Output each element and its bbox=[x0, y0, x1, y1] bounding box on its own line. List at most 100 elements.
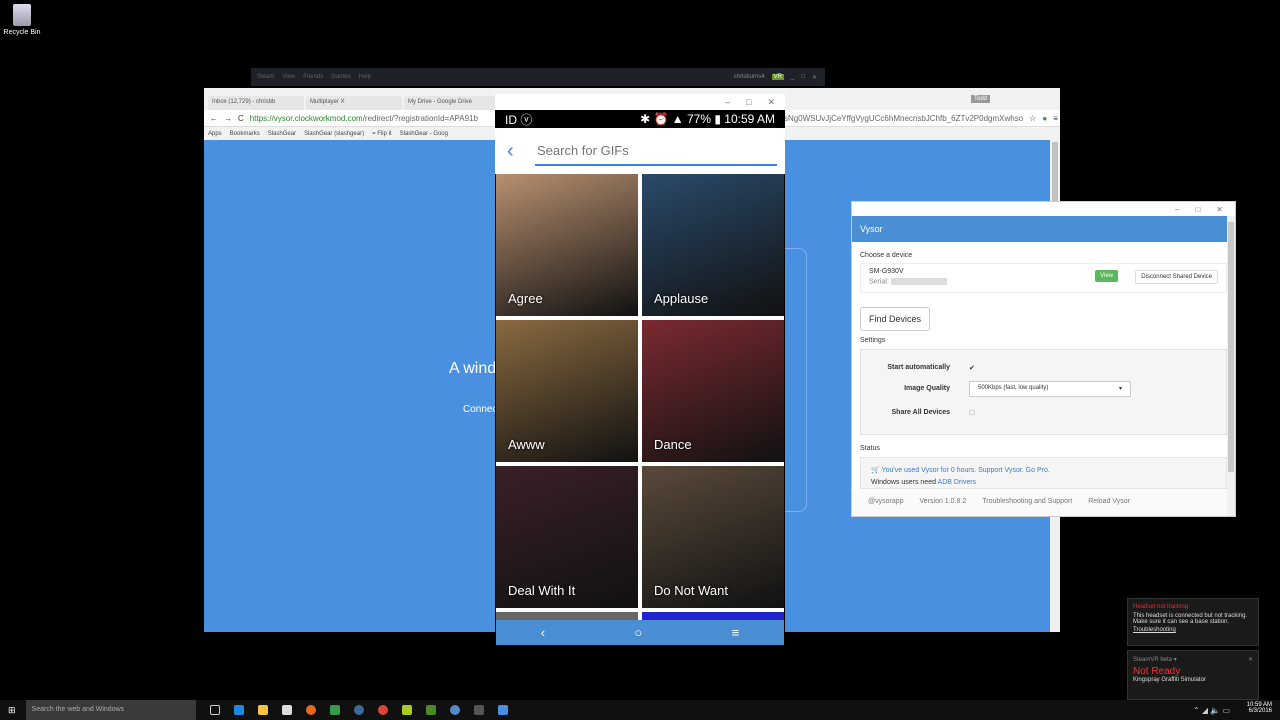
scrollbar[interactable] bbox=[1227, 216, 1235, 516]
profile-badge[interactable]: Todd bbox=[970, 95, 990, 103]
settings-label: Settings bbox=[860, 337, 886, 344]
close-icon[interactable]: ✕ bbox=[1216, 205, 1223, 214]
nav-home-button[interactable]: ○ bbox=[634, 625, 642, 640]
choose-device-label: Choose a device bbox=[860, 252, 913, 259]
recycle-bin-icon bbox=[13, 4, 31, 26]
file-explorer-icon[interactable] bbox=[257, 705, 268, 715]
steam-menu-games[interactable]: Games bbox=[331, 74, 350, 80]
maximize-icon[interactable]: □ bbox=[1195, 205, 1200, 214]
android-status-bar: ID ⓥ ✱ ⏰ ▲ 77% ▮ 10:59 AM bbox=[495, 110, 785, 128]
task-view-icon[interactable] bbox=[209, 705, 220, 715]
view-button[interactable]: View bbox=[1095, 270, 1118, 282]
vysor-phone-window: – □ ✕ ID ⓥ ✱ ⏰ ▲ 77% ▮ 10:59 AM ‹ Agree App… bbox=[495, 94, 785, 646]
address-bar[interactable]: https://vysor.clockworkmod.com/redirect/… bbox=[250, 114, 478, 123]
tab-inbox[interactable]: Inbox (12,729) - chrisbb bbox=[208, 96, 304, 110]
menu-icon[interactable]: ≡ bbox=[1053, 114, 1058, 123]
tray-icons[interactable]: ⌃ ◢ 🔈 ▭ bbox=[1193, 706, 1230, 715]
minimize-icon[interactable]: _ bbox=[791, 74, 794, 80]
nvidia-icon[interactable] bbox=[425, 705, 436, 715]
firefox-icon[interactable] bbox=[305, 705, 316, 715]
steam-menu-friends[interactable]: Friends bbox=[303, 74, 323, 80]
steamvr-state: Not Ready bbox=[1133, 666, 1181, 677]
back-icon[interactable]: ← bbox=[210, 114, 218, 123]
address-bar-tail[interactable]: sNg0WSUvJjCeYffgVygUCc6hMnecnsbJChfb_6ZT… bbox=[784, 114, 1023, 123]
gif-search-input[interactable] bbox=[535, 136, 777, 166]
extension-icon[interactable]: ● bbox=[1042, 114, 1047, 123]
gif-tile-deal-with-it[interactable]: Deal With It bbox=[496, 466, 638, 608]
recycle-bin[interactable]: Recycle Bin bbox=[2, 4, 42, 36]
gif-tile-awww[interactable]: Awww bbox=[496, 320, 638, 462]
bookmark-slashgear-twitter[interactable]: SlashGear (slashgear) bbox=[304, 131, 364, 137]
taskbar-search[interactable]: Search the web and Windows bbox=[25, 700, 196, 720]
gif-tile-applause[interactable]: Applause bbox=[642, 174, 784, 316]
chrome-icon[interactable] bbox=[377, 705, 388, 715]
bookmark-slashgear[interactable]: SlashGear bbox=[268, 131, 296, 137]
alert-title: Headset not tracking bbox=[1133, 604, 1189, 610]
app-icon[interactable] bbox=[449, 705, 460, 715]
steamvr-title[interactable]: SteamVR beta ▾ bbox=[1133, 657, 1177, 663]
minimize-icon[interactable]: – bbox=[1175, 205, 1179, 214]
steam-menu-view[interactable]: View bbox=[282, 74, 295, 80]
steam-icon[interactable] bbox=[353, 705, 364, 715]
footer-vysorapp-link[interactable]: @vysorapp bbox=[868, 498, 904, 508]
drivers-text: Windows users need bbox=[871, 479, 938, 486]
alert-body: This headset is connected but not tracki… bbox=[1133, 613, 1248, 625]
taskbar: ⊞ Search the web and Windows ⌃ ◢ 🔈 ▭ 10:… bbox=[0, 700, 1280, 720]
gif-tile-partial[interactable] bbox=[496, 612, 638, 620]
gif-tile-dance[interactable]: Dance bbox=[642, 320, 784, 462]
start-automatically-checkbox[interactable]: ✔ bbox=[969, 364, 975, 372]
gif-tile-partial[interactable] bbox=[642, 612, 784, 620]
tab-multiplayer[interactable]: Multiplayer X bbox=[306, 96, 402, 110]
adb-drivers-link[interactable]: ADB Drivers bbox=[938, 479, 977, 486]
bookmark-apps[interactable]: Apps bbox=[208, 131, 222, 137]
footer-troubleshooting-link[interactable]: Troubleshooting and Support bbox=[982, 498, 1072, 508]
image-quality-select[interactable]: 500Kbps (fast, low quality) ▾ bbox=[969, 381, 1131, 397]
app-icon[interactable] bbox=[401, 705, 412, 715]
bookmark-slashgear-google[interactable]: SlashGear - Goog bbox=[400, 131, 448, 137]
share-all-devices-checkbox[interactable]: ☐ bbox=[969, 409, 975, 417]
forward-icon[interactable]: → bbox=[224, 114, 232, 123]
maximize-icon[interactable]: □ bbox=[801, 74, 805, 80]
crown-icon[interactable] bbox=[473, 705, 484, 715]
minimize-icon[interactable]: – bbox=[725, 97, 730, 107]
nav-back-button[interactable]: ‹ bbox=[541, 625, 545, 640]
bookmark-flipit[interactable]: = Flip it bbox=[372, 131, 392, 137]
nav-menu-button[interactable]: ≡ bbox=[732, 625, 740, 640]
go-pro-link[interactable]: You've used Vysor for 0 hours. Support V… bbox=[882, 467, 1050, 474]
back-arrow-icon[interactable]: ‹ bbox=[507, 140, 535, 163]
store-icon[interactable] bbox=[281, 705, 292, 715]
find-devices-button[interactable]: Find Devices bbox=[860, 307, 931, 331]
gif-tile-agree[interactable]: Agree bbox=[496, 174, 638, 316]
troubleshooting-link[interactable]: Troubleshooting bbox=[1133, 627, 1253, 633]
bookmark-bookmarks[interactable]: Bookmarks bbox=[230, 131, 260, 137]
reload-icon[interactable]: C bbox=[238, 114, 244, 123]
steam-user[interactable]: chrisburns4 bbox=[734, 74, 765, 80]
vysor-icon[interactable] bbox=[497, 705, 508, 715]
taskbar-clock[interactable]: 10:59 AM 6/3/2016 bbox=[1247, 702, 1272, 714]
tab-drive[interactable]: My Drive - Google Drive bbox=[404, 96, 500, 110]
vysor-window: – □ ✕ Vysor Choose a device SM-G930V Seria… bbox=[851, 201, 1236, 517]
status-icons: ✱ ⏰ ▲ bbox=[640, 112, 684, 126]
close-icon[interactable]: ✕ bbox=[1248, 656, 1253, 663]
steam-menu-steam[interactable]: Steam bbox=[257, 74, 274, 80]
edge-icon[interactable] bbox=[233, 705, 244, 715]
windows-start-icon[interactable]: ⊞ bbox=[8, 705, 16, 716]
steam-menu-help[interactable]: Help bbox=[359, 74, 371, 80]
page-headline: A wind bbox=[449, 360, 497, 377]
close-icon[interactable]: ✕ bbox=[812, 74, 817, 81]
vysor-title: Vysor bbox=[852, 216, 1227, 242]
close-icon[interactable]: ✕ bbox=[767, 97, 775, 108]
maximize-icon[interactable]: □ bbox=[746, 97, 751, 107]
disconnect-shared-device-button[interactable]: Disconnect Shared Device bbox=[1135, 270, 1218, 284]
device-row: SM-G930V Serial: View Disconnect Shared … bbox=[860, 263, 1227, 293]
status-panel: 🛒 You've used Vysor for 0 hours. Support… bbox=[860, 457, 1227, 489]
gif-tile-do-not-want[interactable]: Do Not Want bbox=[642, 466, 784, 608]
vr-badge[interactable]: VR bbox=[771, 74, 784, 80]
footer-reload-link[interactable]: Reload Vysor bbox=[1088, 498, 1130, 508]
start-automatically-label: Start automatically bbox=[887, 364, 950, 371]
steamvr-panel: SteamVR beta ▾ ✕ Not Ready Kingspray Graf… bbox=[1127, 650, 1259, 700]
footer-version: Version 1.0.8.2 bbox=[919, 498, 967, 505]
serial-redacted bbox=[890, 278, 947, 285]
star-icon[interactable]: ☆ bbox=[1029, 114, 1036, 123]
evernote-icon[interactable] bbox=[329, 705, 340, 715]
